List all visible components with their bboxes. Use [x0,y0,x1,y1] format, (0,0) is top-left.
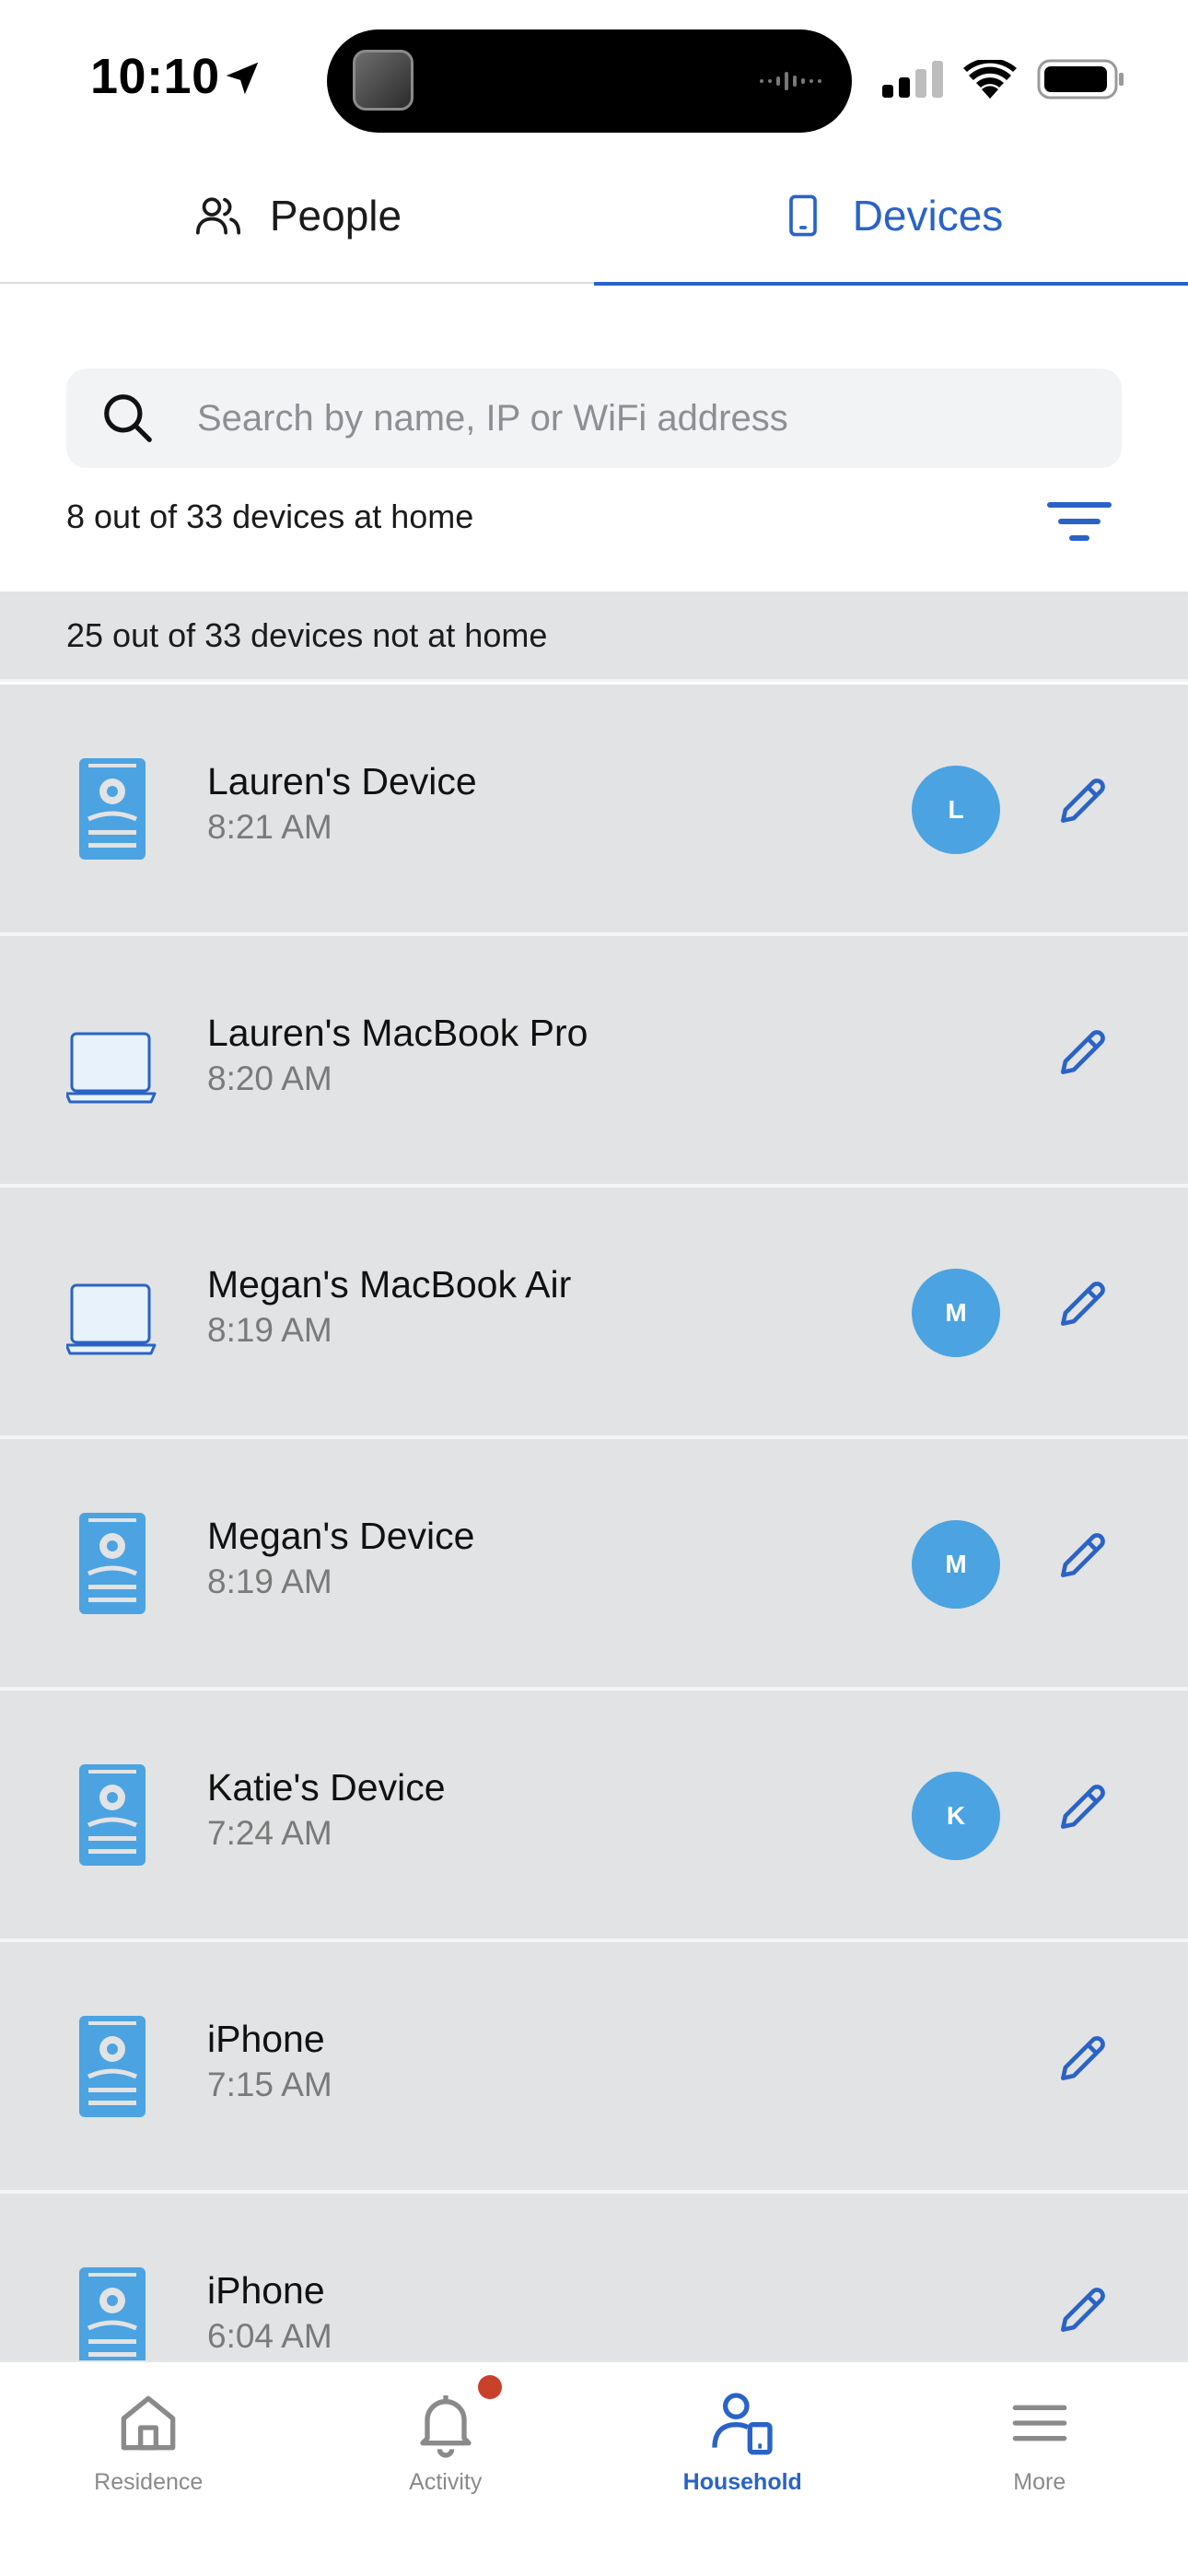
nav-household-label: Household [682,2469,802,2495]
device-row[interactable]: Katie's Device 7:24 AM K [0,1691,1188,1942]
edit-pencil-icon[interactable] [1054,1276,1111,1333]
edit-pencil-icon[interactable] [1054,2282,1111,2339]
nav-activity[interactable]: Activity [297,2362,595,2576]
bell-icon [420,2395,472,2458]
nav-more-label: More [1013,2469,1066,2495]
device-icon [788,194,817,237]
device-row[interactable]: iPhone 7:15 AM [0,1942,1188,2194]
search-icon [104,394,152,442]
laptop-icon [66,1032,157,1104]
battery-icon [1037,59,1124,100]
tab-people[interactable]: People [0,147,594,284]
bottom-tab-bar: Residence Activity Household More [0,2360,1188,2576]
device-name: Lauren's MacBook Pro [207,1012,588,1054]
location-arrow-icon [226,62,259,95]
device-last-seen: 8:20 AM [207,1060,332,1097]
edit-pencil-icon[interactable] [1054,2031,1111,2088]
nav-residence[interactable]: Residence [0,2362,297,2576]
search-input[interactable] [197,397,1081,439]
device-name: iPhone [207,2269,325,2312]
wifi-icon [963,60,1017,99]
devices-at-home-count: 8 out of 33 devices at home [66,498,474,535]
laptop-icon [66,1283,157,1355]
device-last-seen: 8:21 AM [207,808,332,846]
avatar[interactable]: M [912,1520,1000,1609]
avatar[interactable]: L [912,766,1000,854]
dynamic-island[interactable] [327,29,852,133]
device-last-seen: 6:04 AM [207,2317,332,2355]
home-icon [121,2395,176,2451]
nav-activity-label: Activity [409,2469,483,2495]
device-list: Lauren's Device 8:21 AM L Lauren's MacBo… [0,685,1188,2445]
people-icon [195,197,240,235]
phone-icon [79,1764,146,1866]
edit-pencil-icon[interactable] [1054,1779,1111,1836]
household-icon [712,2393,773,2455]
status-time: 10:10 [90,49,220,104]
avatar[interactable]: K [912,1772,1000,1860]
phone-icon [79,2267,146,2369]
tab-devices-label: Devices [852,192,1004,240]
search-bar[interactable] [66,369,1122,468]
edit-pencil-icon[interactable] [1054,1025,1111,1082]
device-name: Katie's Device [207,1766,446,1809]
status-icons [882,59,1125,100]
device-name: Lauren's Device [207,760,477,802]
signal-icon [882,61,943,98]
status-bar: 10:10 [0,0,1188,147]
device-row[interactable]: Lauren's MacBook Pro 8:20 AM [0,936,1188,1188]
phone-icon [79,2016,146,2117]
device-last-seen: 8:19 AM [207,1311,332,1349]
device-last-seen: 8:19 AM [207,1563,332,1600]
notification-badge [477,2375,502,2399]
edit-pencil-icon[interactable] [1054,773,1111,830]
nav-residence-label: Residence [94,2469,204,2495]
phone-icon [79,1513,146,1614]
filter-icon[interactable] [1046,498,1112,549]
device-name: Megan's Device [207,1515,475,1557]
segmented-tabs: People Devices [0,147,1188,286]
section-header-not-at-home: 25 out of 33 devices not at home [0,591,1188,682]
device-row[interactable]: Megan's Device 8:19 AM M [0,1439,1188,1691]
tab-people-label: People [269,192,402,240]
device-row[interactable]: Megan's MacBook Air 8:19 AM M [0,1188,1188,1439]
audio-wave-icon [760,72,821,90]
menu-icon [1012,2405,1067,2441]
tab-devices[interactable]: Devices [594,147,1188,286]
nav-more[interactable]: More [891,2362,1188,2576]
edit-pencil-icon[interactable] [1054,1528,1111,1585]
phone-icon [79,758,146,860]
device-name: iPhone [207,2018,325,2060]
now-playing-thumbnail [353,50,413,111]
nav-household[interactable]: Household [594,2362,891,2576]
device-last-seen: 7:24 AM [207,1814,332,1852]
device-last-seen: 7:15 AM [207,2066,332,2103]
device-name: Megan's MacBook Air [207,1263,572,1306]
device-row[interactable]: Lauren's Device 8:21 AM L [0,685,1188,936]
avatar[interactable]: M [912,1269,1000,1357]
